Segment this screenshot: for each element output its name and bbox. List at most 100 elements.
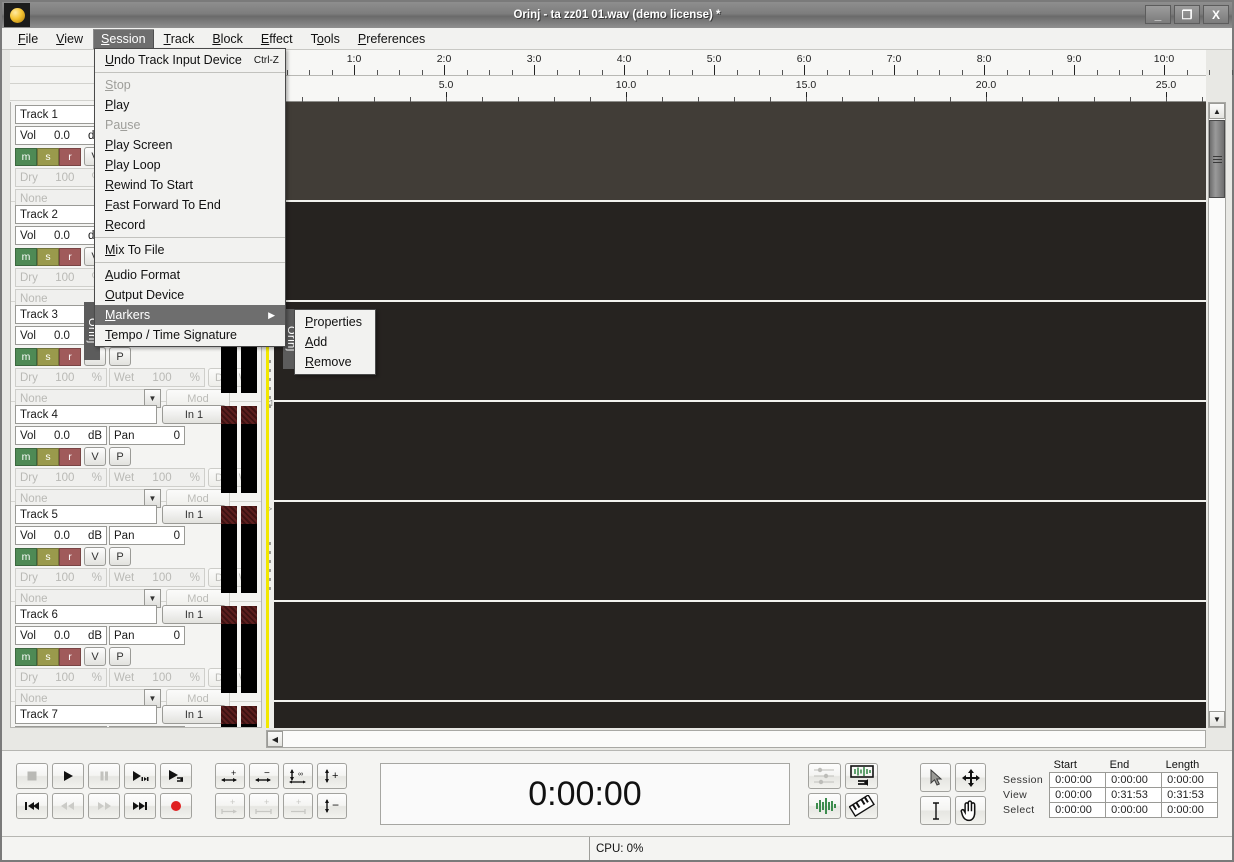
track-name-field[interactable]: Track 4 [15,405,157,424]
pan-envelope-button[interactable]: P [109,447,131,466]
selection-length-value[interactable]: 0:00:00 [1161,802,1219,818]
menu-effect[interactable]: Effect [253,29,301,49]
fast-forward-button[interactable] [88,793,120,819]
minimize-button[interactable]: _ [1145,5,1171,24]
menu-item-play[interactable]: Play [95,95,285,115]
record-arm-button[interactable]: r [59,647,81,666]
track-volume-field[interactable]: Vol0.0dB [15,626,107,645]
track-input-button[interactable]: In 1 [162,705,226,724]
track-lane[interactable] [266,202,1206,302]
pan-envelope-button[interactable]: P [109,347,131,366]
loop-view-button[interactable] [845,763,878,789]
vertical-scroll-thumb[interactable] [1209,120,1225,198]
menu-item-markers[interactable]: Markers ▶ [95,305,285,325]
track-name-field[interactable]: Track 5 [15,505,157,524]
session-dropdown-menu[interactable]: Undo Track Input Device Ctrl-Z Stop Play Pau… [94,48,286,347]
submenu-item-properties[interactable]: Properties [295,312,375,332]
markers-submenu[interactable]: Properties Add Remove [294,309,376,375]
record-arm-button[interactable]: r [59,247,81,266]
menu-item-fast-forward-to-end[interactable]: Fast Forward To End [95,195,285,215]
solo-button[interactable]: s [37,547,59,566]
selection-start-value[interactable]: 0:00:00 [1049,772,1107,788]
zoom-selection-button[interactable]: + [249,793,279,819]
record-arm-button[interactable]: r [59,547,81,566]
mute-button[interactable]: m [15,547,37,566]
track-lane[interactable] [266,102,1206,202]
maximize-button[interactable]: ❐ [1174,5,1200,24]
play-screen-button[interactable] [124,763,156,789]
scroll-up-button[interactable]: ▲ [1209,103,1225,119]
track-lane[interactable] [266,402,1206,502]
track-dry-field[interactable]: Dry 100% [15,468,107,487]
move-tool-button[interactable] [955,763,986,792]
track-wet-field[interactable]: Wet 100% [109,568,205,587]
track-lane[interactable] [266,602,1206,702]
solo-button[interactable]: s [37,647,59,666]
pause-button[interactable] [88,763,120,789]
zoom-in-horizontal-button[interactable]: + [215,763,245,789]
stop-button[interactable] [16,763,48,789]
track-name-field[interactable]: Track 7 [15,705,157,724]
selection-end-value[interactable]: 0:00:00 [1105,772,1163,788]
select-tool-button[interactable] [920,763,951,792]
track-name-field[interactable]: Track 6 [15,605,157,624]
pan-envelope-button[interactable]: P [109,647,131,666]
menu-session[interactable]: Session [93,28,154,49]
track-volume-field[interactable]: Vol0.0dB [15,426,107,445]
solo-button[interactable]: s [37,147,59,166]
selection-start-value[interactable]: 0:00:00 [1049,787,1107,803]
multitrack-view-button[interactable] [808,763,841,789]
menu-item-stop[interactable]: Stop [95,75,285,95]
volume-envelope-button[interactable]: V [84,547,106,566]
track-dry-field[interactable]: Dry 100% [15,368,107,387]
menu-item-output-device[interactable]: Output Device [95,285,285,305]
play-button[interactable] [52,763,84,789]
track-wet-field[interactable]: Wet 100% [109,468,205,487]
record-button[interactable] [160,793,192,819]
menu-view[interactable]: View [48,29,91,49]
selection-end-value[interactable]: 0:00:00 [1105,802,1163,818]
track-pan-field[interactable]: Pan0 [109,626,185,645]
record-arm-button[interactable]: r [59,347,81,366]
track-header[interactable]: Track 7In 1Vol0.0dBPan0msrVPDry100%Wet10… [11,702,261,727]
mute-button[interactable]: m [15,347,37,366]
track-pan-field[interactable]: Pan0 [109,726,185,727]
zoom-in-vertical-button[interactable]: + [317,763,347,789]
rewind-to-start-button[interactable] [16,793,48,819]
track-pan-field[interactable]: Pan0 [109,526,185,545]
track-lane[interactable] [266,502,1206,602]
mute-button[interactable]: m [15,247,37,266]
rewind-button[interactable] [52,793,84,819]
track-lanes-area[interactable]: ◁▷▷ [266,102,1206,728]
submenu-item-add[interactable]: Add [295,332,375,352]
track-input-button[interactable]: In 1 [162,405,226,424]
track-header[interactable]: Track 5 In 1 Vol 0.0 dB Pan 0 m s r V P Dry 100% Wet 10… [11,502,261,608]
track-header[interactable]: Track 4 In 1 Vol 0.0 dB Pan 0 m s r V P Dry 100% Wet 10… [11,402,261,508]
selection-length-value[interactable]: 0:31:53 [1161,787,1219,803]
track-volume-field[interactable]: Vol0.0dB [15,726,107,727]
track-header[interactable]: Track 6 In 1 Vol 0.0 dB Pan 0 m s r V P Dry 100% Wet 10… [11,602,261,708]
horizontal-scrollbar[interactable]: ◀ [266,730,1206,748]
menu-item-tempo-time-signature[interactable]: Tempo / Time Signature [95,325,285,345]
forward-to-end-button[interactable] [124,793,156,819]
selection-end-value[interactable]: 0:31:53 [1105,787,1163,803]
track-wet-field[interactable]: Wet 100% [109,668,205,687]
zoom-out-horizontal-button[interactable]: − [249,763,279,789]
track-dry-field[interactable]: Dry 100% [15,568,107,587]
menu-preferences[interactable]: Preferences [350,29,433,49]
text-cursor-tool-button[interactable] [920,796,951,825]
pan-envelope-button[interactable]: P [109,547,131,566]
scroll-down-button[interactable]: ▼ [1209,711,1225,727]
menu-item-rewind-to-start[interactable]: Rewind To Start [95,175,285,195]
menu-tools[interactable]: Tools [303,29,348,49]
track-input-button[interactable]: In 1 [162,505,226,524]
vertical-scrollbar[interactable]: ▲ ▼ [1208,102,1226,728]
mute-button[interactable]: m [15,647,37,666]
solo-button[interactable]: s [37,247,59,266]
volume-envelope-button[interactable]: V [84,647,106,666]
track-wet-field[interactable]: Wet 100% [109,368,205,387]
menu-item-audio-format[interactable]: Audio Format [95,265,285,285]
scroll-left-button[interactable]: ◀ [267,731,283,747]
menu-item-undo-track-input-device[interactable]: Undo Track Input Device Ctrl-Z [95,50,285,70]
mute-button[interactable]: m [15,147,37,166]
